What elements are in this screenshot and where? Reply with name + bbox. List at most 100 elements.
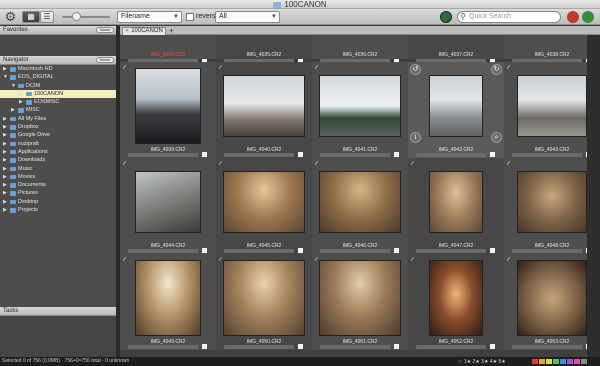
disclosure-closed-icon[interactable]: ▶ [19, 90, 23, 98]
sidebar-item-google-drive[interactable]: ▶ Google Drive [0, 131, 116, 139]
disclosure-closed-icon[interactable]: ▶ [3, 65, 7, 73]
disclosure-closed-icon[interactable]: ▶ [3, 131, 7, 139]
label-box[interactable] [298, 344, 303, 349]
disclosure-closed-icon[interactable]: ▶ [3, 206, 7, 214]
label-box[interactable] [394, 344, 399, 349]
photo-thumbnail[interactable] [319, 260, 401, 336]
label-red-swatch[interactable] [532, 359, 538, 364]
info-icon[interactable]: i [410, 132, 421, 143]
filter-select[interactable]: All ▼ [215, 11, 280, 23]
label-box[interactable] [202, 344, 207, 349]
photo-thumbnail[interactable] [517, 260, 587, 336]
label-box[interactable] [202, 248, 207, 253]
photo-thumbnail[interactable] [319, 171, 401, 233]
green-indicator-icon[interactable] [582, 11, 594, 23]
tab-100canon[interactable]: ✕ 100CANON [122, 27, 166, 35]
thumbnail-cell[interactable]: ✓ IMG_4051.CR2 [312, 254, 408, 350]
disclosure-closed-icon[interactable]: ▶ [3, 173, 7, 181]
disclosure-closed-icon[interactable]: ▶ [3, 156, 7, 164]
thumbnail-cell[interactable]: ✓ IMG_4046.CR2 [312, 158, 408, 254]
thumbnail-cell[interactable]: IMG_4034.CR2 [120, 35, 216, 64]
label-purple-swatch[interactable] [567, 359, 573, 364]
grid-view-button[interactable]: ▦ [22, 11, 40, 23]
favorites-sort-button[interactable]: Name [96, 27, 114, 33]
sidebar-item-music[interactable]: ▶ Music [0, 165, 116, 173]
label-pink-swatch[interactable] [574, 359, 580, 364]
sidebar-item-all-my-files[interactable]: ▶ All My Files [0, 115, 116, 123]
photo-thumbnail[interactable] [135, 260, 201, 336]
rotate-left-icon[interactable]: ↺ [410, 64, 421, 75]
reverse-checkbox[interactable] [186, 13, 194, 21]
zoom-icon[interactable]: ⌕ [491, 132, 502, 143]
label-box[interactable] [298, 152, 303, 157]
photo-thumbnail[interactable] [135, 68, 201, 144]
sidebar-item-misc[interactable]: ▶ MISC [0, 106, 116, 114]
photo-thumbnail[interactable] [429, 171, 483, 233]
sidebar-item-projects[interactable]: ▶ Projects [0, 206, 116, 214]
red-indicator-icon[interactable] [567, 11, 579, 23]
thumbnail-cell[interactable]: ✓ IMG_4044.CR2 [120, 158, 216, 254]
sidebar-item-eos-digital[interactable]: ▼ EOS_DIGITAL [0, 73, 116, 81]
photo-thumbnail[interactable] [319, 75, 401, 137]
disclosure-closed-icon[interactable]: ▶ [3, 189, 7, 197]
thumbnail-cell[interactable]: ✓ IMG_4047.CR2 [408, 158, 504, 254]
label-green-swatch[interactable] [553, 359, 559, 364]
label-box[interactable] [490, 344, 495, 349]
sidebar-item-dropbox[interactable]: ▶ Dropbox [0, 123, 116, 131]
rating-filter[interactable]: ☆ 1★ 2★ 3★ 4★ 5★ [458, 358, 506, 366]
photo-thumbnail[interactable] [429, 75, 483, 137]
thumbnail-cell[interactable]: ✓ IMG_4039.CR2 [120, 62, 216, 158]
label-yellow-swatch[interactable] [546, 359, 552, 364]
close-icon[interactable]: ✕ [125, 28, 129, 34]
sidebar-item-documents[interactable]: ▶ Documents [0, 181, 116, 189]
disclosure-closed-icon[interactable]: ▶ [3, 148, 7, 156]
thumbnail-cell[interactable]: ✓ IMG_4043.CR2 [504, 62, 600, 158]
thumbnail-size-slider[interactable] [62, 12, 110, 21]
disclosure-closed-icon[interactable]: ▶ [3, 181, 7, 189]
disclosure-closed-icon[interactable]: ▶ [19, 98, 23, 106]
search-input[interactable]: ⚲ Quick Search [457, 11, 561, 23]
disclosure-open-icon[interactable]: ▼ [11, 82, 16, 90]
disclosure-closed-icon[interactable]: ▶ [3, 198, 7, 206]
disclosure-closed-icon[interactable]: ▶ [3, 140, 7, 148]
sort-field-select[interactable]: Filename ▼ [117, 11, 182, 23]
label-box[interactable] [298, 248, 303, 253]
list-view-button[interactable]: ☰ [40, 11, 54, 23]
photo-thumbnail[interactable] [517, 171, 587, 233]
photo-thumbnail[interactable] [429, 260, 483, 336]
label-box[interactable] [394, 152, 399, 157]
sidebar-item-100canon[interactable]: ▶ 100CANON [0, 89, 116, 99]
sidebar-item-applications[interactable]: ▶ Applications [0, 148, 116, 156]
thumbnail-cell[interactable]: ✓ IMG_4048.CR2 [504, 158, 600, 254]
disclosure-closed-icon[interactable]: ▶ [3, 123, 7, 131]
thumbnail-cell[interactable]: IMG_4038.CR2 [504, 35, 600, 64]
sidebar-item-suzipratt[interactable]: ▶ suzipratt [0, 140, 116, 148]
thumbnail-cell[interactable]: ✓ IMG_4049.CR2 [120, 254, 216, 350]
thumbnail-cell[interactable]: ✓ IMG_4052.CR2 [408, 254, 504, 350]
thumbnail-cell[interactable]: IMG_4037.CR2 [408, 35, 504, 64]
photo-thumbnail[interactable] [223, 260, 305, 336]
label-box[interactable] [490, 248, 495, 253]
thumbnail-cell[interactable]: ✓ IMG_4041.CR2 [312, 62, 408, 158]
add-tab-icon[interactable]: + [169, 26, 174, 35]
label-gray-swatch[interactable] [581, 359, 587, 364]
disclosure-open-icon[interactable]: ▼ [3, 73, 8, 81]
photo-thumbnail[interactable] [223, 75, 305, 137]
vertical-scrollbar[interactable] [587, 35, 600, 357]
rotate-right-icon[interactable]: ↻ [491, 64, 502, 75]
thumbnail-cell[interactable]: IMG_4035.CR2 [216, 35, 312, 64]
thumbnail-cell[interactable]: ✓ IMG_4040.CR2 [216, 62, 312, 158]
label-box[interactable] [490, 152, 495, 157]
label-box[interactable] [202, 152, 207, 157]
navigator-sort-button[interactable]: Name [96, 57, 114, 63]
location-icon[interactable] [440, 11, 452, 23]
sidebar-item-dcim[interactable]: ▼ DCIM [0, 82, 116, 90]
thumbnail-cell[interactable]: ✓IMG_4042.CR2↺↻i⌕ [408, 62, 504, 158]
thumbnail-cell[interactable]: ✓ IMG_4050.CR2 [216, 254, 312, 350]
photo-thumbnail[interactable] [135, 171, 201, 233]
thumbnail-cell[interactable]: ✓ IMG_4045.CR2 [216, 158, 312, 254]
slider-knob[interactable] [72, 12, 81, 21]
sidebar-item-eosmisc[interactable]: ▶ EOSMISC [0, 98, 116, 106]
sidebar-item-desktop[interactable]: ▶ Desktop [0, 198, 116, 206]
disclosure-closed-icon[interactable]: ▶ [3, 115, 7, 123]
